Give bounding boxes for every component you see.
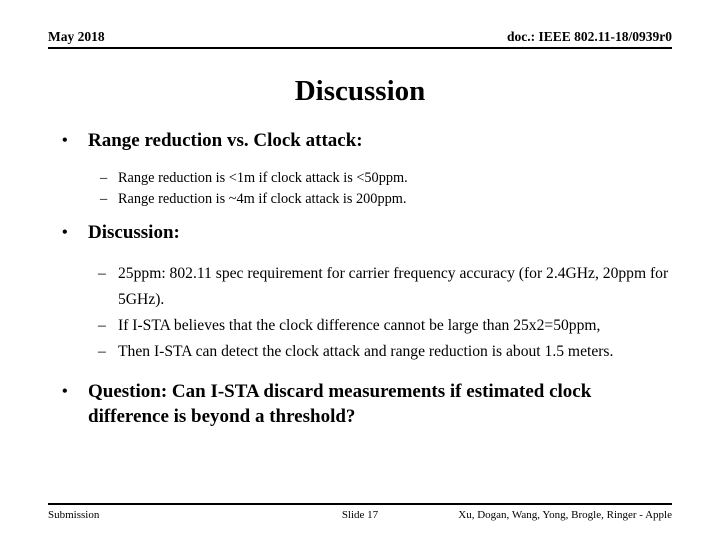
slide: May 2018 doc.: IEEE 802.11-18/0939r0 Dis… [0, 0, 720, 540]
sub-bullet-25ppm-spec-requirement: – 25ppm: 802.11 spec requirement for car… [48, 261, 676, 313]
header-date: May 2018 [48, 29, 105, 44]
footer-authors: Xu, Dogan, Wang, Yong, Brogle, Ringer - … [458, 509, 672, 521]
bullet-text: Question: Can I-STA discard measurements… [88, 381, 592, 427]
sub-bullet-range-reduction-4m: – Range reduction is ~4m if clock attack… [48, 189, 676, 210]
bullet-text: Discussion: [88, 222, 180, 243]
bullet-discussion: • Discussion: [48, 220, 676, 245]
slide-footer: Submission Slide 17 Xu, Dogan, Wang, Yon… [48, 503, 672, 524]
header-divider [48, 47, 672, 49]
slide-title: Discussion [294, 75, 426, 107]
bullet-text: Range reduction vs. Clock attack: [88, 130, 363, 151]
sub-bullet-range-reduction-1m: – Range reduction is <1m if clock attack… [48, 168, 676, 189]
dash-marker-icon: – [98, 343, 106, 360]
dash-marker-icon: – [100, 170, 108, 186]
bullet-marker-icon: • [62, 224, 68, 241]
sub-bullet-i-sta-clock-difference: – If I-STA believes that the clock diffe… [48, 313, 676, 339]
bullet-marker-icon: • [62, 132, 68, 149]
sub-bullet-text: 25ppm: 802.11 spec requirement for carri… [118, 265, 669, 308]
bullet-marker-icon: • [62, 383, 68, 400]
dash-marker-icon: – [98, 265, 106, 282]
dash-marker-icon: – [100, 191, 108, 207]
footer-text-row: Submission Slide 17 Xu, Dogan, Wang, Yon… [48, 508, 672, 524]
header-document-number: doc.: IEEE 802.11-18/0939r0 [506, 29, 672, 44]
slide-header: May 2018 doc.: IEEE 802.11-18/0939r0 [48, 29, 672, 53]
sub-bullet-text: Range reduction is <1m if clock attack i… [118, 170, 408, 186]
header-text-row: May 2018 doc.: IEEE 802.11-18/0939r0 [48, 29, 672, 45]
footer-divider [48, 503, 672, 505]
dash-marker-icon: – [98, 317, 106, 334]
sub-bullet-text: Range reduction is ~4m if clock attack i… [118, 191, 407, 207]
sub-bullet-text: Then I-STA can detect the clock attack a… [118, 343, 614, 360]
slide-body: • Range reduction vs. Clock attack: – Ra… [48, 128, 676, 431]
bullet-question-discard-measurements: • Question: Can I-STA discard measuremen… [48, 379, 676, 429]
bullet-range-reduction-vs-clock-attack: • Range reduction vs. Clock attack: [48, 128, 676, 153]
sub-bullet-text: If I-STA believes that the clock differe… [118, 317, 601, 334]
sub-bullet-detect-clock-attack: – Then I-STA can detect the clock attack… [48, 339, 676, 365]
